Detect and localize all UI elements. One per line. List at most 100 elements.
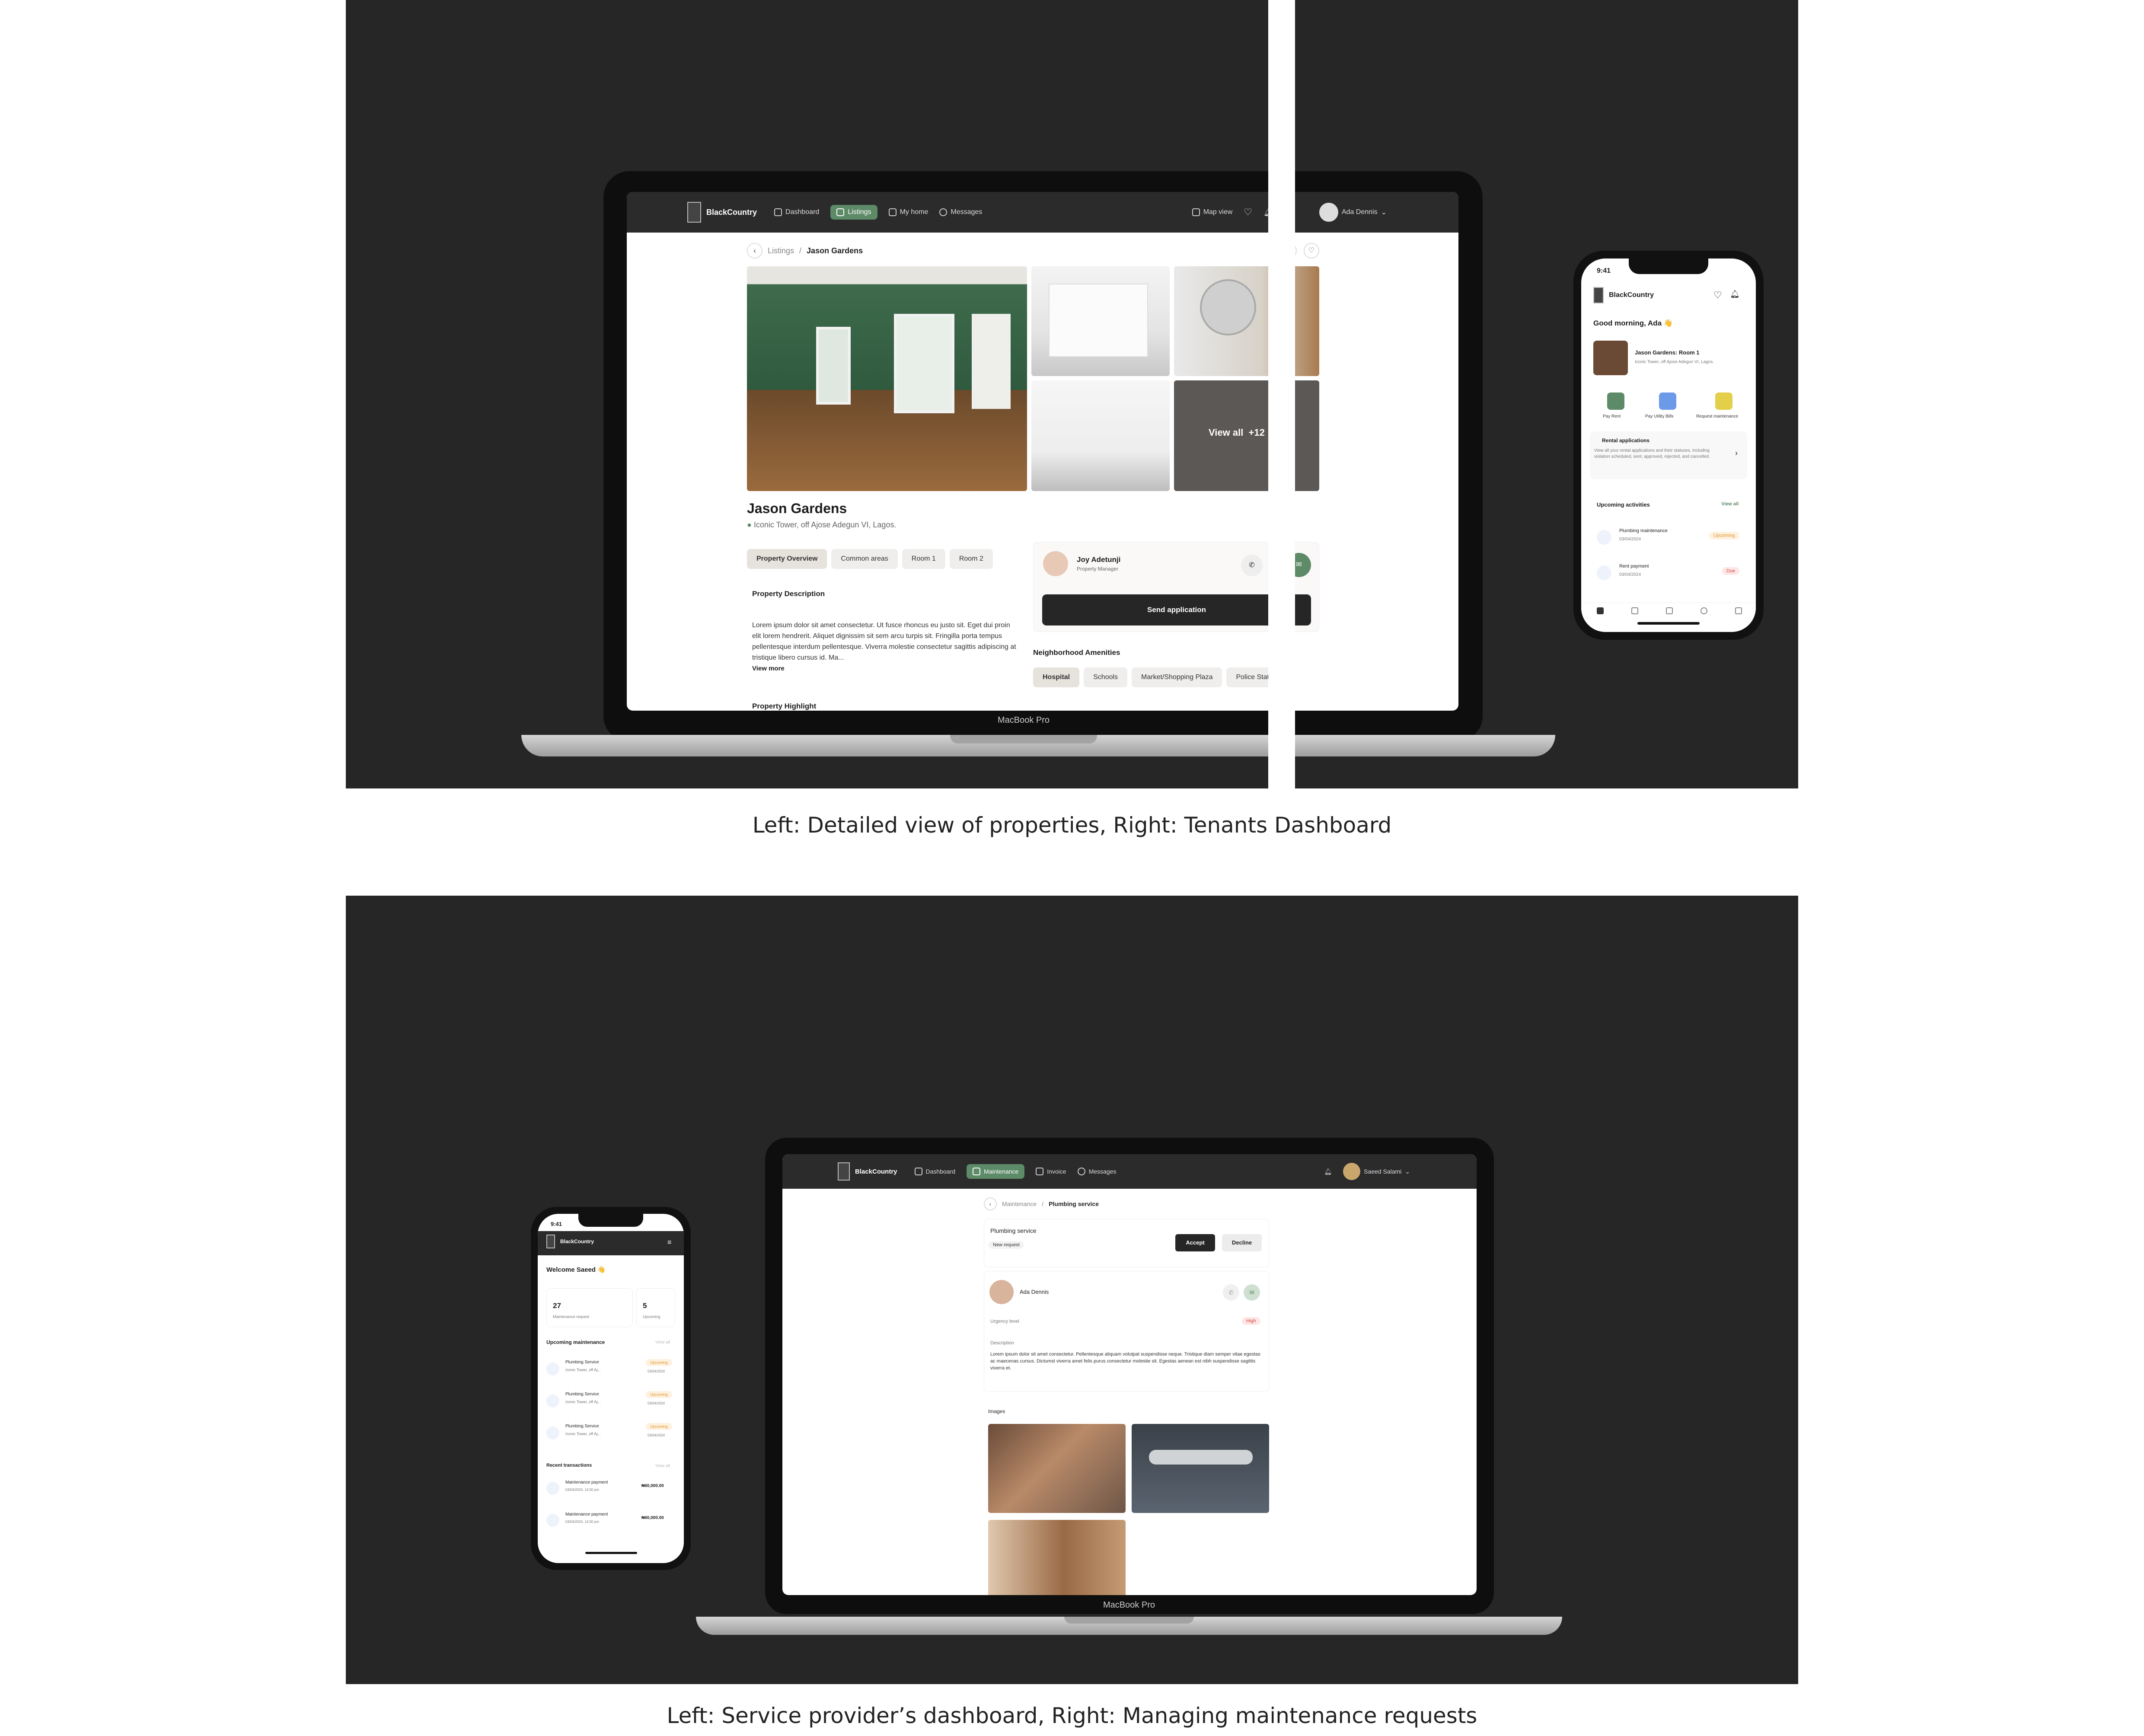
tab-listings-icon[interactable] bbox=[1631, 607, 1638, 614]
amenity-schools[interactable]: Schools bbox=[1084, 667, 1128, 687]
activity-row[interactable]: Rent payment 03/04/2024 Due bbox=[1597, 561, 1744, 587]
top-nav: BlackCountry Dashboard Listings My home … bbox=[627, 192, 1458, 233]
transaction-row[interactable]: Maintenance payment 03/04/2024, 14:00 pm… bbox=[546, 1478, 676, 1503]
nav-dashboard[interactable]: Dashboard bbox=[774, 208, 819, 216]
favorites-button[interactable]: ♡ bbox=[1244, 207, 1252, 218]
top-caption: Left: Detailed view of properties, Right… bbox=[752, 813, 1392, 838]
pay-rent-label[interactable]: Pay Rent bbox=[1603, 414, 1621, 419]
view-all-link[interactable]: View all bbox=[655, 1464, 670, 1468]
user-menu[interactable]: Ada Dennis ⌄ bbox=[1319, 203, 1387, 222]
dashboard-icon bbox=[914, 1168, 922, 1175]
description-title: Property Description bbox=[752, 590, 825, 598]
activity-row[interactable]: Plumbing maintenance 03/04/2024 Upcoming bbox=[1597, 526, 1744, 552]
maintenance-row[interactable]: Plumbing Service Iconic Tower, off Aj...… bbox=[546, 1356, 676, 1384]
tab-common-areas[interactable]: Common areas bbox=[831, 549, 898, 569]
request-maintenance-label[interactable]: Request maintenance bbox=[1696, 414, 1738, 419]
avatar bbox=[1343, 1163, 1361, 1180]
request-maintenance-icon[interactable] bbox=[1715, 393, 1732, 410]
tab-myhome-icon[interactable] bbox=[1666, 607, 1673, 614]
pay-utility-icon[interactable] bbox=[1659, 393, 1676, 410]
breadcrumb-parent[interactable]: Maintenance bbox=[1002, 1200, 1037, 1207]
kitchen-photo[interactable] bbox=[1031, 266, 1170, 376]
pay-rent-icon[interactable] bbox=[1607, 393, 1624, 410]
shelves bbox=[972, 314, 1011, 409]
nav-my-home[interactable]: My home bbox=[888, 208, 928, 216]
description-text: Lorem ipsum dolor sit amet consectetur. … bbox=[990, 1352, 1260, 1371]
pay-utility-label[interactable]: Pay Utility Bills bbox=[1645, 414, 1674, 419]
main-photo[interactable] bbox=[747, 266, 1027, 491]
service-icon bbox=[546, 1363, 559, 1375]
cabinets bbox=[1049, 284, 1148, 357]
tab-room-2[interactable]: Room 2 bbox=[949, 549, 993, 569]
tab-room-1[interactable]: Room 1 bbox=[902, 549, 945, 569]
amenity-market[interactable]: Market/Shopping Plaza bbox=[1132, 667, 1222, 687]
tab-property-overview[interactable]: Property Overview bbox=[747, 549, 827, 569]
nav-invoice[interactable]: Invoice bbox=[1036, 1168, 1066, 1175]
tab-more-icon[interactable] bbox=[1735, 607, 1742, 614]
image-pipe-3[interactable] bbox=[988, 1520, 1126, 1595]
view-all-link[interactable]: View all bbox=[1721, 501, 1739, 507]
view-all-link[interactable]: View all bbox=[655, 1340, 670, 1345]
home-title: Jason Gardens: Room 1 bbox=[1635, 349, 1700, 356]
dashboard-icon bbox=[774, 208, 782, 216]
image-pipe-1[interactable] bbox=[988, 1424, 1126, 1513]
maintenance-row[interactable]: Plumbing Service Iconic Tower, off Aj...… bbox=[546, 1420, 676, 1448]
chat-icon[interactable]: ✉ bbox=[1244, 1284, 1260, 1301]
phone-notch bbox=[578, 1214, 643, 1227]
transaction-icon bbox=[546, 1514, 559, 1527]
images-label: Images bbox=[988, 1408, 1005, 1414]
laptop-notch bbox=[950, 735, 1097, 744]
home-address: Iconic Tower, off Ajose Adegun VI, Lagos… bbox=[1635, 360, 1714, 364]
back-button[interactable]: ‹ bbox=[747, 243, 763, 258]
nav-maintenance[interactable]: Maintenance bbox=[967, 1164, 1025, 1179]
call-icon[interactable]: ✆ bbox=[1223, 1284, 1239, 1301]
grid-icon bbox=[836, 208, 845, 216]
menu-icon[interactable]: ≡ bbox=[667, 1239, 671, 1247]
brand-logo[interactable]: BlackCountry bbox=[687, 202, 757, 223]
window-left bbox=[816, 327, 851, 405]
room-photo[interactable] bbox=[1031, 380, 1170, 491]
amenities-list: Hospital Schools Market/Shopping Plaza Poli… bbox=[1033, 667, 1292, 687]
map-view-button[interactable]: Map view bbox=[1192, 208, 1232, 216]
tab-home-icon[interactable] bbox=[1597, 607, 1604, 614]
invoice-icon bbox=[1036, 1168, 1044, 1175]
listing-screen: BlackCountry Dashboard Listings My home … bbox=[627, 192, 1458, 711]
service-icon bbox=[546, 1426, 559, 1439]
transactions-title: Recent transactions bbox=[546, 1463, 592, 1468]
status-badge: Upcoming bbox=[646, 1423, 672, 1430]
heart-icon[interactable]: ♡ bbox=[1713, 290, 1722, 301]
logo-icon bbox=[838, 1162, 850, 1181]
amenity-hospital[interactable]: Hospital bbox=[1033, 667, 1080, 687]
back-button[interactable]: ‹ bbox=[984, 1197, 997, 1210]
user-menu[interactable]: Saeed Salami ⌄ bbox=[1343, 1163, 1410, 1180]
brand-logo[interactable]: BlackCountry bbox=[838, 1162, 897, 1181]
rental-text: View all your rental applications and th… bbox=[1594, 448, 1710, 459]
description-label: Description bbox=[990, 1340, 1015, 1346]
logo-icon bbox=[687, 202, 701, 223]
transaction-row[interactable]: Maintenance payment 03/04/2024, 14:00 pm… bbox=[546, 1509, 676, 1535]
rental-card[interactable]: Rental applications View all your rental… bbox=[1590, 431, 1747, 479]
bathroom-photo[interactable] bbox=[1174, 266, 1319, 376]
service-icon bbox=[546, 1395, 559, 1407]
bell-icon[interactable]: 🔔︎ bbox=[1730, 290, 1740, 299]
notifications-button[interactable]: 🔔︎ bbox=[1324, 1168, 1332, 1175]
tab-messages-icon[interactable] bbox=[1701, 607, 1707, 614]
nav-messages[interactable]: Messages bbox=[1077, 1168, 1116, 1175]
chat-icon bbox=[1077, 1168, 1085, 1175]
call-icon[interactable]: ✆ bbox=[1241, 555, 1263, 576]
home-thumbnail bbox=[1593, 341, 1628, 375]
heart-icon[interactable]: ♡ bbox=[1304, 243, 1319, 258]
view-more-link[interactable]: View more bbox=[752, 665, 785, 672]
nav-listings[interactable]: Listings bbox=[830, 205, 877, 220]
nav-dashboard[interactable]: Dashboard bbox=[914, 1168, 955, 1175]
nav-messages[interactable]: Messages bbox=[939, 208, 982, 216]
chevron-down-icon: ⌄ bbox=[1381, 209, 1387, 216]
maintenance-row[interactable]: Plumbing Service Iconic Tower, off Aj...… bbox=[546, 1388, 676, 1416]
accept-button[interactable]: Accept bbox=[1175, 1234, 1215, 1251]
decline-button[interactable]: Decline bbox=[1222, 1234, 1262, 1251]
view-all-photo[interactable]: View all +12 bbox=[1174, 380, 1319, 491]
door-right bbox=[894, 314, 954, 413]
home-indicator bbox=[585, 1552, 637, 1554]
breadcrumb-parent[interactable]: Listings bbox=[768, 246, 794, 255]
image-pipe-2[interactable] bbox=[1132, 1424, 1269, 1513]
